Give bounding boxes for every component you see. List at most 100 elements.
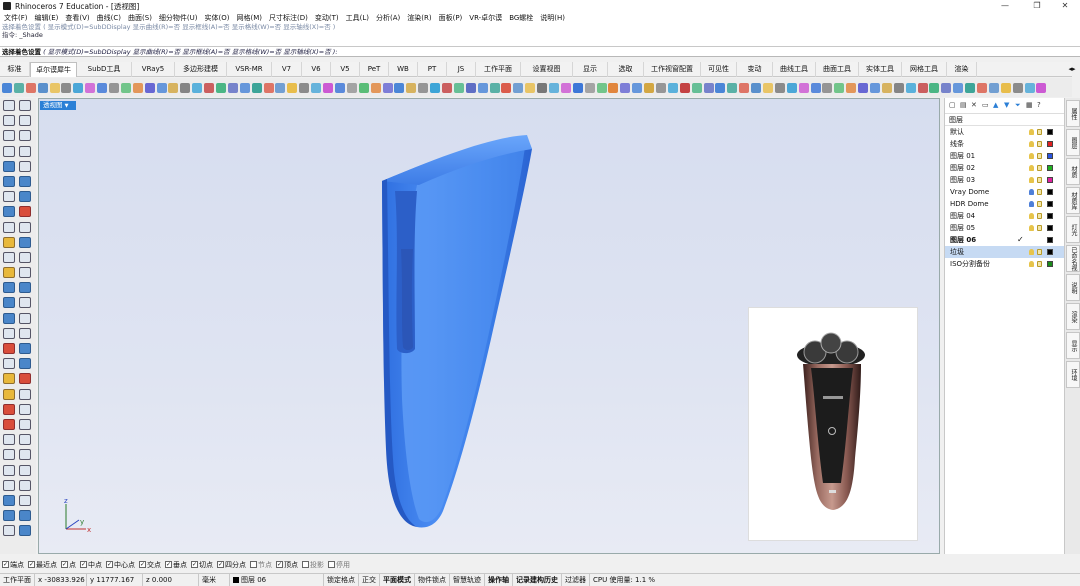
toolbar-tool-icon[interactable] xyxy=(679,82,690,93)
left-tool-icon[interactable] xyxy=(3,297,15,309)
toolbar-tool-icon[interactable] xyxy=(846,82,857,93)
side-tab[interactable]: 图层 xyxy=(1066,129,1080,156)
tab-6[interactable]: V7 xyxy=(272,62,302,77)
left-tool-icon[interactable] xyxy=(3,327,15,339)
lock-icon[interactable] xyxy=(1037,225,1042,231)
toolbar-tool-icon[interactable] xyxy=(73,82,84,93)
toolbar-tool-icon[interactable] xyxy=(227,82,238,93)
left-tool-icon[interactable] xyxy=(19,236,31,248)
layer-color-swatch[interactable] xyxy=(1047,249,1053,255)
left-tool-icon[interactable] xyxy=(19,403,31,415)
toolbar-tool-icon[interactable] xyxy=(49,82,60,93)
status-layer[interactable]: 图层 06 xyxy=(230,573,324,586)
side-tab[interactable]: 环境 xyxy=(1066,361,1080,388)
toolbar-tool-icon[interactable] xyxy=(382,82,393,93)
menu-help[interactable]: 说明(H) xyxy=(540,13,565,23)
menu-panels[interactable]: 面板(P) xyxy=(439,13,463,23)
menu-view[interactable]: 查看(V) xyxy=(65,13,89,23)
layer-color-swatch[interactable] xyxy=(1047,177,1053,183)
layer-color-swatch[interactable] xyxy=(1047,201,1053,207)
lock-icon[interactable] xyxy=(1037,153,1042,159)
chevron-down-icon[interactable]: ▼ xyxy=(65,103,69,109)
toolbar-tool-icon[interactable] xyxy=(37,82,48,93)
layer-row[interactable]: 图层 05 xyxy=(945,222,1064,234)
maximize-button[interactable]: ❐ xyxy=(1022,0,1052,12)
menu-bg-bolt[interactable]: BG螺栓 xyxy=(509,13,533,23)
layer-name[interactable]: HDR Dome xyxy=(950,200,989,208)
left-tool-icon[interactable] xyxy=(3,282,15,294)
layer-name[interactable]: Vray Dome xyxy=(950,188,989,196)
toolbar-tool-icon[interactable] xyxy=(953,82,964,93)
toolbar-tool-icon[interactable] xyxy=(1012,82,1023,93)
tab-14[interactable]: 设置视图 xyxy=(521,62,573,77)
layer-color-swatch[interactable] xyxy=(1047,153,1053,159)
visibility-bulb-icon[interactable] xyxy=(1029,189,1034,195)
left-tool-icon[interactable] xyxy=(19,175,31,187)
side-tab[interactable]: 属性 xyxy=(1066,100,1080,127)
toolbar-tool-icon[interactable] xyxy=(941,82,952,93)
side-tab[interactable]: 已命名视图 xyxy=(1066,245,1080,272)
close-button[interactable]: ✕ xyxy=(1050,0,1080,12)
toolbar-tool-icon[interactable] xyxy=(786,82,797,93)
toolbar-tool-icon[interactable] xyxy=(881,82,892,93)
toolbar-tool-icon[interactable] xyxy=(893,82,904,93)
layer-row[interactable]: 图层 04 xyxy=(945,210,1064,222)
toolbar-tool-icon[interactable] xyxy=(655,82,666,93)
layer-options-icon[interactable]: ▭ xyxy=(982,102,989,109)
menu-render[interactable]: 渲染(R) xyxy=(407,13,431,23)
tab-16[interactable]: 选取 xyxy=(608,62,644,77)
menu-subd[interactable]: 细分物件(U) xyxy=(159,13,198,23)
toolbar-tool-icon[interactable] xyxy=(703,82,714,93)
layer-row[interactable]: 垃圾 xyxy=(945,246,1064,258)
osnap-item[interactable]: ✓ 点 xyxy=(61,560,76,570)
left-tool-icon[interactable] xyxy=(19,191,31,203)
osnap-item[interactable]: ✓ 端点 xyxy=(2,560,24,570)
toolbar-tool-icon[interactable] xyxy=(430,82,441,93)
toolbar-tool-icon[interactable] xyxy=(465,82,476,93)
toolbar-tool-icon[interactable] xyxy=(870,82,881,93)
tab-8[interactable]: V5 xyxy=(331,62,360,77)
tab-19[interactable]: 变动 xyxy=(737,62,773,77)
layer-name[interactable]: 线条 xyxy=(950,140,964,148)
tab-20[interactable]: 曲线工具 xyxy=(773,62,816,77)
side-tab[interactable]: 渲染 xyxy=(1066,303,1080,330)
toolbar-tool-icon[interactable] xyxy=(691,82,702,93)
new-sublayer-icon[interactable]: ▤ xyxy=(960,102,967,109)
visibility-bulb-icon[interactable] xyxy=(1029,213,1034,219)
status-toggle[interactable]: 操作轴 xyxy=(485,573,513,586)
left-tool-icon[interactable] xyxy=(3,221,15,233)
toolbar-tool-icon[interactable] xyxy=(774,82,785,93)
layer-color-swatch[interactable] xyxy=(1047,165,1053,171)
left-tool-icon[interactable] xyxy=(19,510,31,522)
toolbar-tool-icon[interactable] xyxy=(97,82,108,93)
osnap-checkbox[interactable]: ✓ xyxy=(106,561,113,568)
visibility-bulb-icon[interactable] xyxy=(1029,165,1034,171)
layer-name[interactable]: 默认 xyxy=(950,128,964,136)
toolbar-tool-icon[interactable] xyxy=(489,82,500,93)
tab-11[interactable]: PT xyxy=(418,62,447,77)
toolbar-tool-icon[interactable] xyxy=(917,82,928,93)
side-tab[interactable]: 说明 xyxy=(1066,274,1080,301)
toolbar-tool-icon[interactable] xyxy=(156,82,167,93)
tab-17[interactable]: 工作视窗配置 xyxy=(644,62,701,77)
left-tool-icon[interactable] xyxy=(19,525,31,537)
command-history[interactable]: 选择着色设置 ( 显示模式(D)=SubDDisplay 显示曲线(R)=否 显… xyxy=(0,23,1080,47)
visibility-bulb-icon[interactable] xyxy=(1029,129,1034,135)
layer-color-swatch[interactable] xyxy=(1047,189,1053,195)
visibility-bulb-icon[interactable] xyxy=(1029,261,1034,267)
left-tool-icon[interactable] xyxy=(3,145,15,157)
visibility-bulb-icon[interactable] xyxy=(1029,153,1034,159)
status-toggle[interactable]: 平面模式 xyxy=(380,573,415,586)
left-tool-icon[interactable] xyxy=(19,434,31,446)
left-tool-icon[interactable] xyxy=(3,236,15,248)
tab-7[interactable]: V6 xyxy=(302,62,331,77)
left-tool-icon[interactable] xyxy=(19,160,31,172)
toolbar-tool-icon[interactable] xyxy=(109,82,120,93)
toolbar-tool-icon[interactable] xyxy=(834,82,845,93)
tools-icon[interactable]: ▦ xyxy=(1026,102,1033,109)
toolbar-tool-icon[interactable] xyxy=(192,82,203,93)
status-toggle[interactable]: 智慧轨迹 xyxy=(450,573,485,586)
left-tool-icon[interactable] xyxy=(3,525,15,537)
layer-color-swatch[interactable] xyxy=(1047,237,1053,243)
toolbar-tool-icon[interactable] xyxy=(441,82,452,93)
